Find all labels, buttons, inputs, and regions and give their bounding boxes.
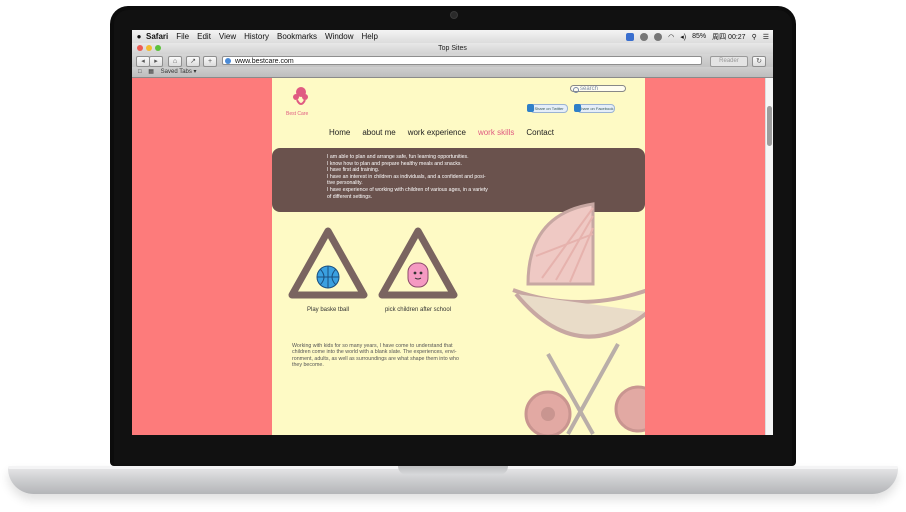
- menu-bookmarks[interactable]: Bookmarks: [277, 32, 317, 41]
- back-button[interactable]: ◂: [136, 56, 150, 67]
- apple-icon[interactable]: ●: [132, 32, 146, 41]
- skill-line: I have experience of working with childr…: [327, 186, 488, 193]
- nav-work-skills[interactable]: work skills: [478, 128, 514, 137]
- reader-button[interactable]: Reader: [710, 56, 748, 67]
- screen: ● Safari File Edit View History Bookmark…: [132, 30, 773, 435]
- top-sites-icon[interactable]: ▦: [148, 69, 154, 75]
- mac-menubar: ● Safari File Edit View History Bookmark…: [132, 30, 773, 43]
- laptop-notch: [398, 466, 508, 475]
- battery-percent[interactable]: 85%: [692, 33, 706, 40]
- intro-paragraph: Working with kids for so many years, I h…: [292, 343, 517, 369]
- camera: [451, 12, 457, 18]
- scrollbar[interactable]: [765, 78, 773, 435]
- url-text: www.bestcare.com: [235, 58, 294, 65]
- scrollbar-thumb[interactable]: [767, 106, 772, 146]
- site-nav: Home about me work experience work skill…: [329, 128, 554, 137]
- triangle-frame: [288, 227, 368, 299]
- facebook-share-button[interactable]: Share on Facebook: [574, 104, 615, 113]
- nav-work-experience[interactable]: work experience: [408, 128, 466, 137]
- facebook-share-label: Share on Facebook: [578, 106, 614, 111]
- window-controls: [137, 45, 161, 51]
- reload-button[interactable]: ↻: [752, 56, 766, 67]
- zoom-window-button[interactable]: [155, 45, 161, 51]
- skill-line: I have an interest in children as indivi…: [327, 173, 486, 180]
- activity-caption: pick children after school: [384, 307, 452, 313]
- paragraph-line: they become.: [292, 362, 324, 369]
- home-button[interactable]: ⌂: [168, 56, 182, 67]
- status-tray: ◠ ◂) 85% 周四 00:27 ⚲ ☰: [626, 30, 769, 43]
- share-button[interactable]: ↗: [186, 56, 200, 67]
- webpage: Best Care search Share on Twitter Share …: [272, 78, 645, 435]
- window-titlebar: Top Sites: [132, 43, 773, 54]
- close-window-button[interactable]: [137, 45, 143, 51]
- notification-icon[interactable]: ☰: [763, 33, 769, 41]
- search-input[interactable]: search: [570, 85, 626, 93]
- spotlight-icon[interactable]: ⚲: [752, 33, 757, 41]
- clock[interactable]: 周四 00:27: [712, 32, 745, 42]
- twitter-share-button[interactable]: Share on Twitter: [527, 104, 568, 113]
- url-bar[interactable]: www.bestcare.com: [222, 56, 702, 65]
- menu-history[interactable]: History: [244, 32, 269, 41]
- saved-tabs-link[interactable]: Saved Tabs ▾: [161, 69, 197, 75]
- search-placeholder: search: [580, 86, 599, 92]
- skill-line: I know how to plan and prepare healthy m…: [327, 160, 462, 167]
- nav-about-me[interactable]: about me: [362, 128, 395, 137]
- bookmarks-bar: □ ▦ Saved Tabs ▾: [132, 67, 773, 78]
- skill-line: tive personality.: [327, 180, 363, 187]
- volume-icon[interactable]: ◂): [680, 33, 686, 41]
- menu-help[interactable]: Help: [361, 32, 377, 41]
- menu-view[interactable]: View: [219, 32, 236, 41]
- logo-icon[interactable]: [286, 84, 316, 110]
- twitter-icon: [527, 104, 534, 112]
- nav-home[interactable]: Home: [329, 128, 350, 137]
- minimize-window-button[interactable]: [146, 45, 152, 51]
- menu-safari[interactable]: Safari: [146, 32, 168, 41]
- activity-caption: Play baske tball: [306, 307, 350, 313]
- add-button[interactable]: +: [203, 56, 217, 67]
- backpack-icon: [407, 262, 429, 288]
- skill-line: I have first aid training.: [327, 167, 380, 174]
- facebook-icon: [574, 104, 581, 112]
- forward-button[interactable]: ▸: [149, 56, 163, 67]
- nav-contact[interactable]: Contact: [526, 128, 554, 137]
- window-title: Top Sites: [438, 45, 467, 52]
- basketball-icon: [316, 265, 340, 289]
- menu-file[interactable]: File: [176, 32, 189, 41]
- logo-text: Best Care: [286, 111, 309, 117]
- wifi-icon[interactable]: ◠: [668, 33, 674, 41]
- twitter-share-label: Share on Twitter: [534, 106, 564, 111]
- browser-toolbar: ◂ ▸ ⌂ ↗ + www.bestcare.com Reader ↻: [132, 54, 773, 67]
- app-icon[interactable]: [626, 32, 635, 41]
- search-icon: [573, 87, 579, 93]
- menu-window[interactable]: Window: [325, 32, 353, 41]
- menu-edit[interactable]: Edit: [197, 32, 211, 41]
- triangle-frame: [378, 227, 458, 299]
- sync-icon[interactable]: [640, 32, 649, 41]
- time-machine-icon[interactable]: [654, 32, 663, 41]
- reading-list-icon[interactable]: □: [138, 69, 142, 75]
- stroller-illustration: [512, 202, 645, 435]
- skill-line: I am able to plan and arrange safe, fun …: [327, 154, 469, 160]
- globe-icon: [225, 58, 231, 64]
